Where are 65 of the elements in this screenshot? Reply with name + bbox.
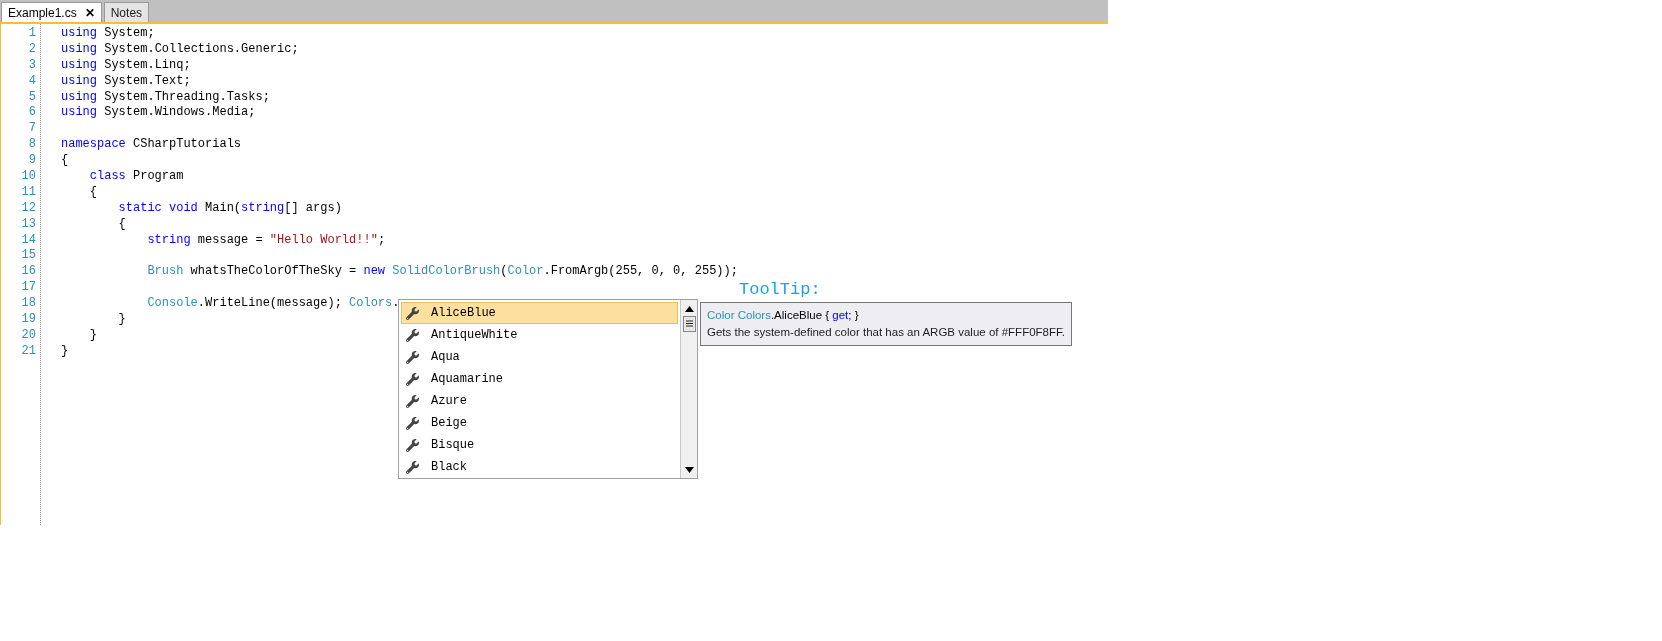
line-number: 4 xyxy=(28,73,36,90)
line-number: 1 xyxy=(28,26,36,42)
scroll-thumb[interactable] xyxy=(682,316,696,332)
code-line: } xyxy=(61,343,69,358)
completion-item[interactable]: Aqua xyxy=(401,346,678,368)
line-number: 7 xyxy=(28,121,36,138)
completion-item[interactable]: AntiqueWhite xyxy=(401,324,678,346)
completion-item[interactable]: Aquamarine xyxy=(401,368,678,390)
line-number: 5 xyxy=(28,89,36,106)
line-number: 8 xyxy=(28,137,36,154)
wrench-icon xyxy=(406,394,419,408)
line-number: 17 xyxy=(21,280,36,297)
completion-item[interactable]: AliceBlue xyxy=(401,302,678,324)
completion-item[interactable]: Bisque xyxy=(401,434,678,456)
annotation-label: ToolTip: xyxy=(739,280,821,300)
code-line: { xyxy=(88,184,97,199)
editor-tab[interactable]: Example1.cs ✕ xyxy=(1,2,102,22)
code-line: using System.Linq; xyxy=(61,57,191,72)
wrench-icon xyxy=(406,306,419,320)
tooltip-description: Gets the system-defined color that has an ARGB value of #FFF0F8FF. xyxy=(707,325,1065,340)
completion-item[interactable]: Beige xyxy=(401,412,678,434)
line-number: 11 xyxy=(21,184,36,201)
line-number: 19 xyxy=(21,312,36,328)
line-number: 21 xyxy=(21,343,36,360)
code-line: { xyxy=(61,153,69,168)
line-number: 18 xyxy=(21,296,36,313)
code-line: using System.Collections.Generic; xyxy=(61,41,299,56)
line-number: 15 xyxy=(21,248,36,265)
line-number: 6 xyxy=(28,105,36,122)
scrollbar[interactable] xyxy=(680,300,697,478)
code-line: Brush whatsTheColorOfTheSky = new SolidColorBrush(Color.FromArgb(255, 0, 0, 255)); xyxy=(146,264,738,279)
line-number: 12 xyxy=(21,200,36,217)
code-line: class Program xyxy=(88,169,184,183)
completion-item[interactable]: Azure xyxy=(401,390,678,412)
completion-item[interactable]: Black xyxy=(401,456,678,478)
code-line: } xyxy=(88,327,97,342)
code-line: namespace CSharpTutorials xyxy=(61,137,242,152)
line-number: 10 xyxy=(21,169,36,185)
line-number: 13 xyxy=(21,216,36,233)
line-number: 14 xyxy=(21,232,36,249)
wrench-icon xyxy=(406,460,419,474)
code-line: using System.Windows.Media; xyxy=(61,105,256,120)
line-number: 3 xyxy=(28,57,36,74)
line-number: 20 xyxy=(21,327,36,344)
code-line: using System; xyxy=(61,26,155,40)
code-line: Console.WriteLine(message); Colors. xyxy=(146,296,400,311)
code-line: using System.Text; xyxy=(61,73,191,88)
wrench-icon xyxy=(406,350,419,364)
close-button[interactable]: ✕ xyxy=(84,6,95,19)
code-line: { xyxy=(117,216,126,231)
editor-tab[interactable]: Notes xyxy=(103,2,150,22)
wrench-icon xyxy=(406,328,419,342)
line-number: 9 xyxy=(28,153,36,169)
wrench-icon xyxy=(406,416,419,430)
scroll-down-icon[interactable] xyxy=(684,467,694,473)
tooltip-signature: Color Colors.AliceBlue { get; } xyxy=(707,308,860,323)
code-line: using System.Threading.Tasks; xyxy=(61,89,270,104)
line-number: 2 xyxy=(28,41,36,58)
wrench-icon xyxy=(406,372,419,386)
code-line: static void Main(string[] args) xyxy=(117,200,342,215)
scroll-up-icon[interactable] xyxy=(684,306,694,312)
line-number: 16 xyxy=(21,264,36,281)
code-line: string message = "Hello World!!"; xyxy=(146,232,386,247)
code-line: } xyxy=(117,312,126,327)
wrench-icon xyxy=(406,438,419,452)
